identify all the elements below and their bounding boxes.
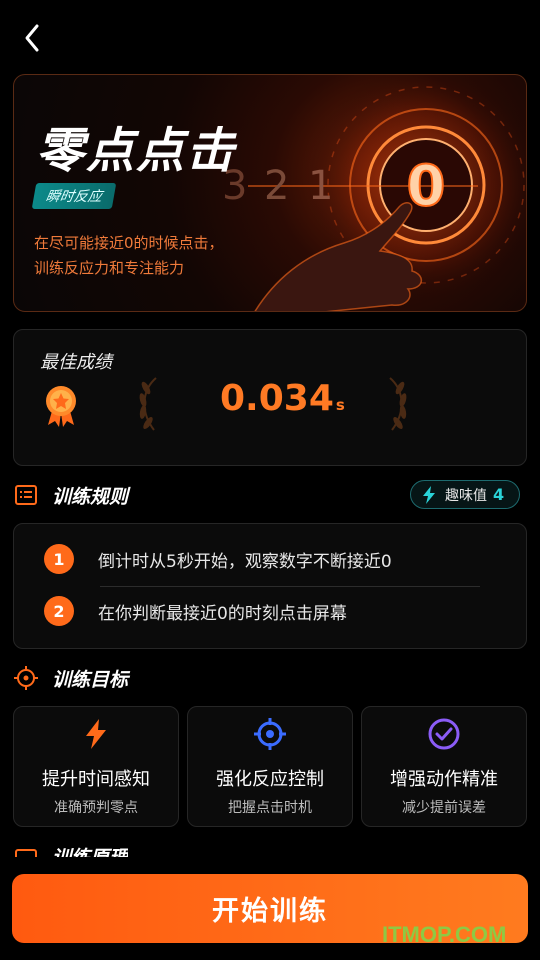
countdown-digit-1: 1 xyxy=(308,163,333,209)
rules-section-header: 训练规则 xyxy=(14,480,128,510)
best-score-label: 最佳成绩 xyxy=(40,352,112,373)
goal-subtitle: 减少提前误差 xyxy=(402,800,486,816)
goal-subtitle: 准确预判零点 xyxy=(54,800,138,816)
best-score-unit: s xyxy=(335,396,345,414)
best-score-number: 0.034 xyxy=(220,378,334,419)
hero-title: 零点点击 xyxy=(36,123,237,179)
lightning-icon xyxy=(86,719,106,749)
goal-card-reaction-control: 强化反应控制 把握点击时机 xyxy=(187,706,353,827)
goal-title: 强化反应控制 xyxy=(216,769,324,790)
crosshair-icon xyxy=(254,718,286,750)
laurel-right-icon xyxy=(389,377,407,431)
hero-tag-badge: 瞬时反应 xyxy=(31,183,117,209)
hero-desc-line2: 训练反应力和专注能力 xyxy=(34,259,185,277)
document-icon xyxy=(15,849,37,857)
rule-divider xyxy=(100,586,480,587)
hero-description: 在尽可能接近0的时候点击， 训练反应力和专注能力 xyxy=(34,231,224,281)
target-icon xyxy=(14,666,38,690)
best-score-value: 0.034 s xyxy=(220,378,345,419)
goal-title: 提升时间感知 xyxy=(42,769,150,790)
best-score-card: 最佳成绩 0.034 s xyxy=(13,329,527,466)
laurel-left-icon xyxy=(139,377,157,431)
rules-card: 1 倒计时从5秒开始，观察数字不断接近0 2 在你判断最接近0的时刻点击屏幕 xyxy=(13,523,527,649)
rule-number-badge: 2 xyxy=(44,596,74,626)
list-icon xyxy=(15,485,37,505)
chevron-left-icon xyxy=(25,24,39,52)
principle-section-header: 训练原理 xyxy=(14,845,128,857)
goals-row: 提升时间感知 准确预判零点 强化反应控制 把握点击时机 增强动作精准 减少提前误… xyxy=(13,706,527,827)
goals-section-title: 训练目标 xyxy=(52,668,129,691)
goals-section-header: 训练目标 xyxy=(14,663,128,693)
rule-text: 在你判断最接近0的时刻点击屏幕 xyxy=(98,603,347,624)
goal-card-precision: 增强动作精准 减少提前误差 xyxy=(361,706,527,827)
fun-value-number: 4 xyxy=(493,485,505,504)
principle-section-title: 训练原理 xyxy=(52,845,128,857)
check-circle-icon xyxy=(428,718,460,750)
countdown-illustration: 0 3 2 1 xyxy=(222,75,526,311)
bolt-icon xyxy=(423,485,435,504)
medal-icon xyxy=(46,386,76,427)
goal-card-time-perception: 提升时间感知 准确预判零点 xyxy=(13,706,179,827)
rules-section-title: 训练规则 xyxy=(52,485,129,508)
back-button[interactable] xyxy=(14,20,50,56)
rule-item: 1 倒计时从5秒开始，观察数字不断接近0 xyxy=(44,544,392,574)
hero-banner: 0 3 2 1 零点点击 瞬时反应 在尽可能接近0的时候点击， 训练反应力和专注… xyxy=(13,74,527,312)
countdown-digit-2: 2 xyxy=(264,163,289,209)
fun-value-label: 趣味值 xyxy=(445,487,487,504)
hero-desc-line1: 在尽可能接近0的时候点击， xyxy=(34,234,224,252)
goal-title: 增强动作精准 xyxy=(390,769,498,790)
rule-text: 倒计时从5秒开始，观察数字不断接近0 xyxy=(98,551,392,572)
rule-item: 2 在你判断最接近0的时刻点击屏幕 xyxy=(44,596,347,626)
rule-number-badge: 1 xyxy=(44,544,74,574)
site-watermark: ITMOP.COM xyxy=(382,922,507,947)
goal-subtitle: 把握点击时机 xyxy=(228,800,312,816)
fun-value-badge: 趣味值 4 xyxy=(410,480,520,509)
